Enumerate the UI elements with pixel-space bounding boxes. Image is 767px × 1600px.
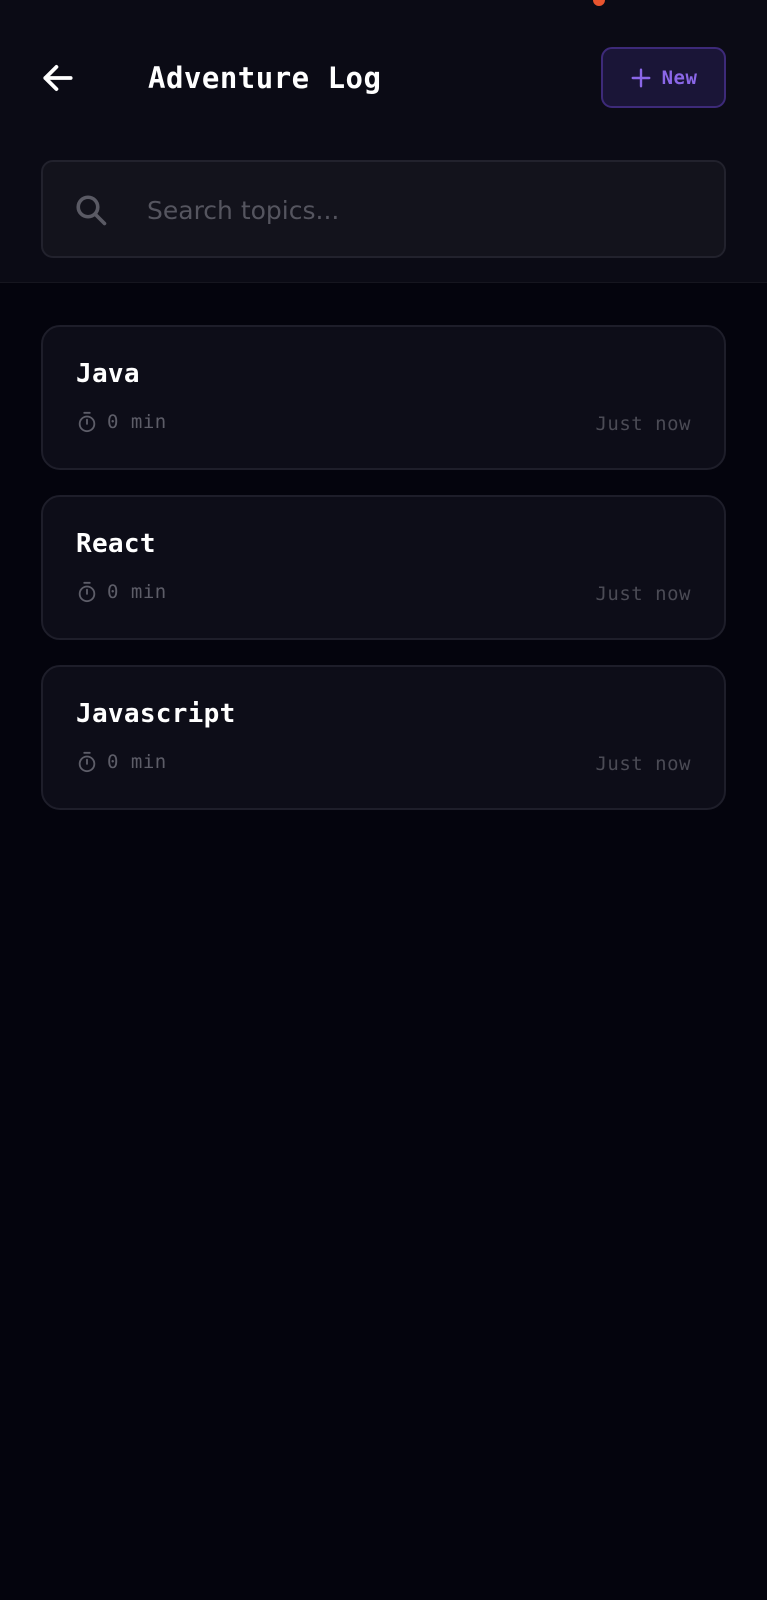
duration-text: 0 min bbox=[107, 411, 167, 433]
topic-list: Java 0 min Just now React 0 min Just now… bbox=[41, 325, 726, 835]
topic-card[interactable]: Java 0 min Just now bbox=[41, 325, 726, 470]
search-icon bbox=[76, 195, 107, 226]
updated-timestamp: Just now bbox=[595, 583, 691, 605]
topic-duration: 0 min bbox=[76, 411, 167, 433]
search-box[interactable] bbox=[41, 160, 726, 258]
arrow-left-icon bbox=[43, 65, 73, 91]
stopwatch-icon bbox=[78, 581, 96, 603]
topic-card[interactable]: React 0 min Just now bbox=[41, 495, 726, 640]
topic-duration: 0 min bbox=[76, 751, 167, 773]
new-topic-button[interactable]: New bbox=[601, 47, 726, 108]
topic-name: Java bbox=[76, 359, 140, 389]
topic-name: Javascript bbox=[76, 699, 236, 729]
topic-card[interactable]: Javascript 0 min Just now bbox=[41, 665, 726, 810]
new-button-label: New bbox=[661, 66, 698, 89]
updated-timestamp: Just now bbox=[595, 753, 691, 775]
stopwatch-icon bbox=[78, 411, 96, 433]
duration-text: 0 min bbox=[107, 581, 167, 603]
stopwatch-icon bbox=[78, 751, 96, 773]
topic-duration: 0 min bbox=[76, 581, 167, 603]
search-input[interactable] bbox=[147, 186, 697, 234]
app-header: Adventure Log New bbox=[0, 0, 767, 283]
plus-icon bbox=[631, 68, 651, 87]
notification-dot bbox=[593, 0, 605, 6]
page-title: Adventure Log bbox=[148, 61, 382, 95]
back-button[interactable] bbox=[36, 56, 80, 100]
updated-timestamp: Just now bbox=[595, 413, 691, 435]
topic-name: React bbox=[76, 529, 156, 559]
duration-text: 0 min bbox=[107, 751, 167, 773]
